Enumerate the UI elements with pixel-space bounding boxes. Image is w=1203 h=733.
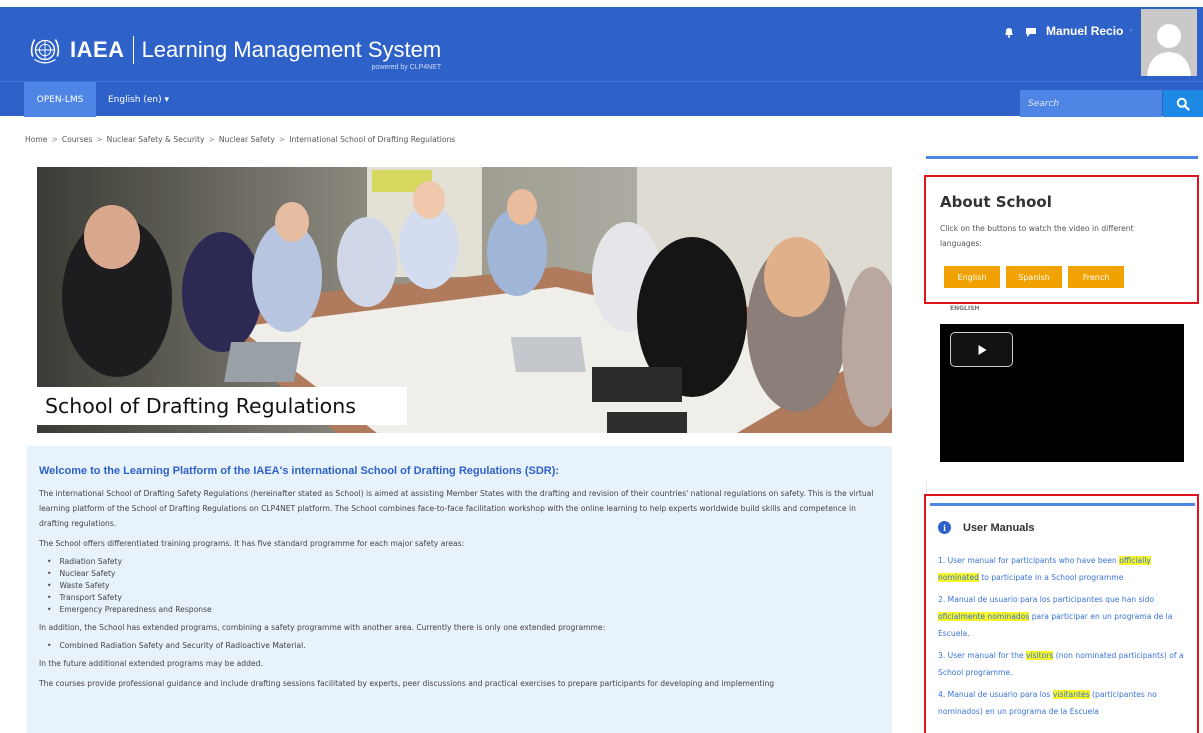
manuals-list: 1. User manual for participants who have… (938, 552, 1192, 725)
safety-areas-list: Radiation Safety Nuclear Safety Waste Sa… (47, 556, 880, 616)
user-menu: Manuel Recio - (1002, 7, 1203, 77)
user-name[interactable]: Manuel Recio (1046, 24, 1123, 38)
breadcrumb-current: International School of Drafting Regulat… (289, 135, 456, 144)
manual-link-highlight: visitors (1025, 651, 1054, 660)
hero-image: School of Drafting Regulations (37, 167, 892, 433)
main-navbar: OPEN-LMS English (en) ▾ Search (0, 81, 1203, 117)
breadcrumb-nuclear-safety[interactable]: Nuclear Safety (219, 135, 275, 144)
search-input[interactable]: Search (1020, 90, 1162, 117)
welcome-heading: Welcome to the Learning Platform of the … (39, 465, 560, 477)
un-emblem-icon (30, 39, 60, 64)
breadcrumb-separator: > (96, 135, 103, 144)
video-language-buttons: English Spanish French (944, 266, 1130, 288)
french-video-button[interactable]: French (1068, 266, 1124, 288)
breadcrumb-separator: > (208, 135, 215, 144)
about-school-block: About School Click on the buttons to wat… (924, 175, 1199, 304)
manual-link-1[interactable]: 1. User manual for participants who have… (938, 552, 1192, 586)
about-text: Click on the buttons to watch the video … (940, 224, 1134, 248)
manual-link-4[interactable]: 4. Manual de usuario para los visitantes… (938, 686, 1192, 720)
logo-divider (132, 36, 134, 64)
list-item: Emergency Preparedness and Response (47, 604, 880, 616)
manual-link-3[interactable]: 3. User manual for the visitors (non nom… (938, 647, 1192, 681)
welcome-section: Welcome to the Learning Platform of the … (27, 446, 892, 733)
play-button[interactable] (950, 332, 1013, 367)
search-icon (1176, 97, 1190, 111)
info-icon: i (938, 521, 951, 534)
search-button[interactable] (1163, 90, 1203, 117)
avatar-placeholder-icon (1141, 9, 1197, 76)
extended-list: Combined Radiation Safety and Security o… (47, 640, 880, 652)
about-title: About School (940, 193, 1052, 211)
sidebar-divider (926, 156, 1198, 159)
nav-item-open-lms[interactable]: OPEN-LMS (24, 82, 96, 117)
manuals-title: User Manuals (963, 521, 1035, 534)
manual-link-highlight: visitantes (1052, 690, 1090, 699)
list-item: Waste Safety (47, 580, 880, 592)
breadcrumb-nuclear-safety-security[interactable]: Nuclear Safety & Security (107, 135, 205, 144)
list-item: Nuclear Safety (47, 568, 880, 580)
breadcrumb-separator: > (278, 135, 286, 144)
breadcrumb-home[interactable]: Home (25, 135, 47, 144)
site-logo[interactable]: IAEA Learning Management System powered … (26, 30, 442, 71)
manuals-header: i User Manuals (938, 521, 1035, 534)
spanish-video-button[interactable]: Spanish (1006, 266, 1062, 288)
site-header: IAEA Learning Management System powered … (0, 7, 1203, 117)
chat-icon[interactable] (1024, 25, 1038, 39)
manual-link-text: 2. Manual de usuario para los participan… (938, 595, 1155, 604)
intro-paragraph: The international School of Drafting Saf… (39, 489, 874, 528)
user-caret[interactable]: - (1129, 25, 1133, 36)
english-video-button[interactable]: English (944, 266, 1000, 288)
hero-caption: School of Drafting Regulations (37, 387, 407, 425)
breadcrumb-separator: > (51, 135, 58, 144)
extended-paragraph: In addition, the School has extended pro… (39, 623, 606, 632)
manual-link-text: 3. User manual for the (938, 651, 1026, 660)
list-item: Combined Radiation Safety and Security o… (47, 640, 880, 652)
video-language-label: ENGLISH (950, 305, 980, 312)
powered-by: powered by CLP4NET (371, 64, 442, 71)
list-item: Transport Safety (47, 592, 880, 604)
manual-link-highlight: oficialmente nominados (938, 612, 1030, 621)
manual-link-text: 4. Manual de usuario para los (938, 690, 1053, 699)
courses-paragraph: The courses provide professional guidanc… (39, 679, 775, 688)
programs-paragraph: The School offers differentiated trainin… (39, 539, 465, 548)
play-icon (978, 344, 986, 355)
block-topline (930, 503, 1195, 506)
manual-link-text: 1. User manual for participants who have… (938, 556, 1120, 565)
list-item: Radiation Safety (47, 556, 880, 568)
sidebar-divider (926, 481, 927, 495)
future-paragraph: In the future additional extended progra… (39, 659, 263, 668)
breadcrumb-courses[interactable]: Courses (62, 135, 92, 144)
manual-link-2[interactable]: 2. Manual de usuario para los participan… (938, 591, 1192, 642)
manual-link-text: to participate in a School programme (978, 573, 1124, 582)
product-title: Learning Management System powered by CL… (141, 37, 442, 71)
video-player[interactable] (940, 324, 1184, 462)
product-title-text: Learning Management System (141, 37, 442, 62)
user-manuals-block: i User Manuals 1. User manual for partic… (924, 494, 1199, 733)
breadcrumb: Home > Courses > Nuclear Safety & Security > N… (25, 135, 455, 144)
bell-icon[interactable] (1002, 25, 1016, 39)
avatar[interactable] (1141, 9, 1197, 76)
logo-iaea-text: IAEA (70, 37, 125, 62)
language-selector[interactable]: English (en) ▾ (108, 82, 169, 117)
